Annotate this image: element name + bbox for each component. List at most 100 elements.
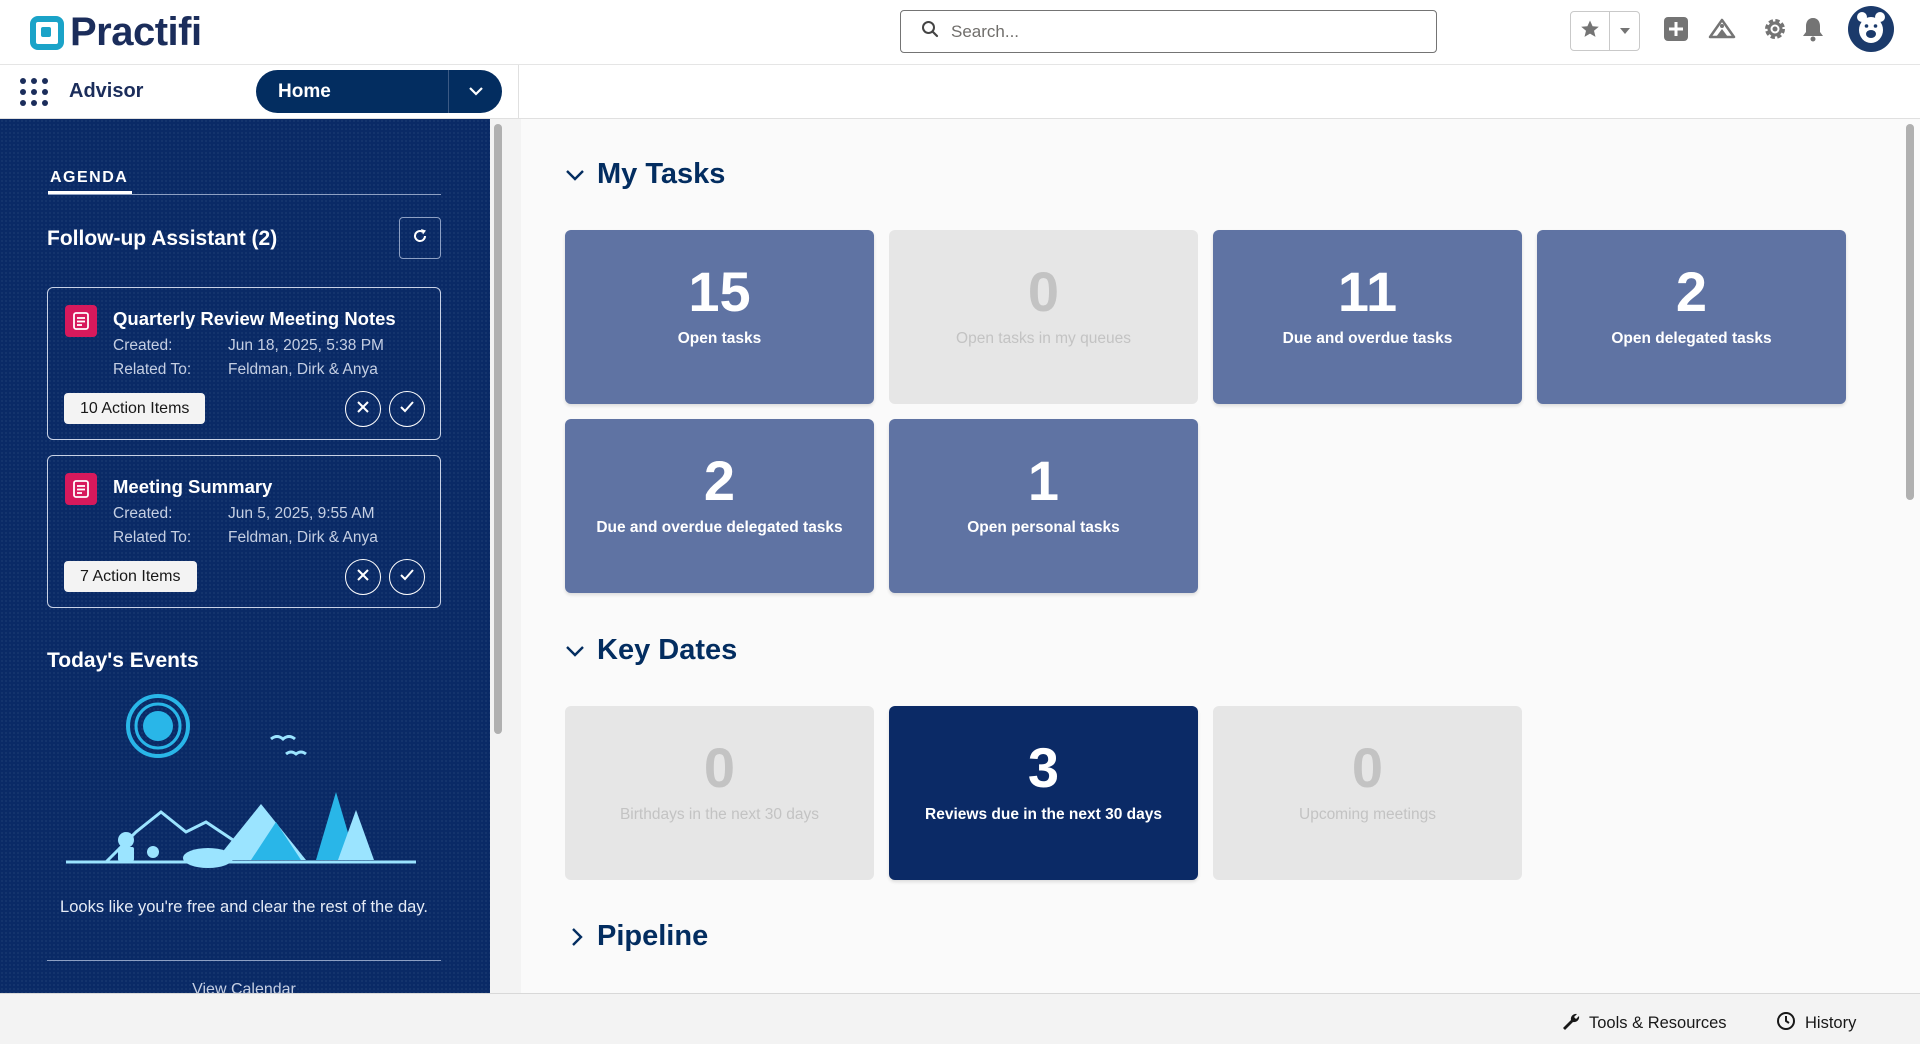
history-label: History	[1805, 1014, 1857, 1032]
dismiss-button[interactable]	[345, 559, 381, 595]
bell-icon	[1801, 16, 1825, 47]
date-tile-birthdays[interactable]: 0 Birthdays in the next 30 days	[565, 706, 874, 880]
practifi-logo[interactable]: Practifi	[30, 10, 202, 55]
created-value: Jun 5, 2025, 9:55 AM	[228, 505, 375, 522]
tile-label: Birthdays in the next 30 days	[619, 806, 820, 823]
trailhead-icon	[1708, 17, 1736, 46]
tile-value: 15	[688, 260, 751, 323]
empty-calendar-illustration	[66, 692, 416, 887]
home-main-content: My Tasks 15 Open tasks 0 Open tasks in m…	[521, 119, 1920, 993]
tile-label: Due and overdue tasks	[1282, 330, 1453, 347]
tile-value: 2	[1675, 260, 1708, 323]
logo-mark-icon	[30, 15, 64, 50]
app-name: Advisor	[69, 80, 144, 102]
clock-icon	[1776, 1011, 1796, 1036]
task-tile-due-overdue-delegated[interactable]: 2 Due and overdue delegated tasks	[565, 419, 874, 593]
todays-events-title: Today's Events	[47, 649, 199, 672]
created-label: Created:	[113, 505, 173, 522]
tile-value: 2	[703, 449, 736, 512]
agenda-sidebar: AGENDA Follow-up Assistant (2) Quarterly…	[0, 119, 490, 993]
trailhead-button[interactable]	[1707, 16, 1737, 46]
action-items-button[interactable]: 7 Action Items	[64, 561, 197, 592]
app-navigation-bar: Advisor Home	[0, 65, 1920, 119]
date-tile-reviews[interactable]: 3 Reviews due in the next 30 days	[889, 706, 1198, 880]
sidebar-scrollbar[interactable]	[494, 124, 502, 734]
chevron-down-icon	[468, 83, 484, 101]
followup-card[interactable]: Quarterly Review Meeting Notes Created: …	[47, 287, 441, 440]
tile-value: 11	[1337, 260, 1398, 323]
nav-divider	[518, 65, 519, 119]
related-value: Feldman, Dirk & Anya	[228, 361, 378, 378]
accept-button[interactable]	[389, 391, 425, 427]
action-items-button[interactable]: 10 Action Items	[64, 393, 206, 424]
pipeline-toggle[interactable]	[565, 927, 589, 951]
chevron-down-icon	[565, 168, 585, 186]
add-icon	[1663, 16, 1689, 47]
history-button[interactable]: History	[1776, 1011, 1856, 1036]
navigation-menu-toggle[interactable]	[448, 70, 502, 113]
empty-events-message: Looks like you're free and clear the res…	[60, 898, 428, 916]
tools-resources-label: Tools & Resources	[1589, 1014, 1727, 1032]
events-divider	[47, 960, 441, 961]
meeting-notes-icon	[65, 473, 97, 505]
tile-label: Upcoming meetings	[1299, 806, 1436, 823]
accept-button[interactable]	[389, 559, 425, 595]
key-dates-toggle[interactable]	[563, 641, 587, 665]
meeting-notes-icon	[65, 305, 97, 337]
view-calendar-link[interactable]: View Calendar	[47, 981, 441, 993]
key-dates-title: Key Dates	[597, 634, 738, 666]
tile-label: Open tasks in my queues	[956, 330, 1131, 347]
task-tile-personal[interactable]: 1 Open personal tasks	[889, 419, 1198, 593]
favorites-control	[1570, 11, 1640, 51]
card-title[interactable]: Meeting Summary	[113, 476, 272, 498]
tab-agenda[interactable]: AGENDA	[50, 169, 128, 187]
global-actions-button[interactable]	[1661, 16, 1691, 46]
task-tile-open-tasks[interactable]: 15 Open tasks	[565, 230, 874, 404]
related-label: Related To:	[113, 361, 192, 378]
chevron-right-icon	[571, 927, 583, 952]
chevron-down-icon	[565, 644, 585, 662]
task-tile-delegated[interactable]: 2 Open delegated tasks	[1537, 230, 1846, 404]
task-tile-queues[interactable]: 0 Open tasks in my queues	[889, 230, 1198, 404]
my-tasks-title: My Tasks	[597, 158, 726, 190]
navigation-menu[interactable]: Home	[256, 70, 502, 113]
followup-card[interactable]: Meeting Summary Created: Jun 5, 2025, 9:…	[47, 455, 441, 608]
favorites-menu-button[interactable]	[1609, 12, 1639, 50]
utility-bar: Tools & Resources History	[0, 993, 1920, 1044]
user-avatar[interactable]	[1848, 6, 1894, 52]
tools-resources-button[interactable]: Tools & Resources	[1560, 1011, 1727, 1036]
setup-button[interactable]	[1760, 16, 1790, 46]
tile-value: 1	[1027, 449, 1060, 512]
global-header: Practifi	[0, 0, 1920, 65]
dismiss-button[interactable]	[345, 391, 381, 427]
tile-value: 0	[703, 736, 736, 799]
app-launcher-icon[interactable]	[20, 78, 48, 106]
check-icon	[399, 400, 415, 419]
tab-divider	[48, 194, 441, 195]
close-icon	[356, 568, 370, 587]
refresh-icon	[411, 227, 429, 250]
tile-value: 0	[1027, 260, 1060, 323]
star-icon	[1580, 19, 1600, 44]
caret-down-icon	[1619, 22, 1631, 40]
main-scrollbar[interactable]	[1906, 124, 1914, 500]
refresh-button[interactable]	[399, 217, 441, 259]
notifications-button[interactable]	[1798, 16, 1828, 46]
tile-value: 3	[1027, 736, 1060, 799]
tile-label: Due and overdue delegated tasks	[596, 519, 843, 536]
search-input[interactable]	[951, 21, 1411, 42]
related-value: Feldman, Dirk & Anya	[228, 529, 378, 546]
tile-label: Open tasks	[677, 330, 762, 347]
my-tasks-toggle[interactable]	[563, 165, 587, 189]
global-search[interactable]	[900, 10, 1437, 53]
wrench-icon	[1560, 1011, 1580, 1036]
favorites-button[interactable]	[1571, 12, 1609, 50]
bear-avatar-icon	[1851, 7, 1891, 52]
gear-icon	[1762, 16, 1788, 47]
card-title[interactable]: Quarterly Review Meeting Notes	[113, 308, 396, 330]
date-tile-meetings[interactable]: 0 Upcoming meetings	[1213, 706, 1522, 880]
related-label: Related To:	[113, 529, 192, 546]
pipeline-title: Pipeline	[597, 920, 709, 952]
task-tile-due-overdue[interactable]: 11 Due and overdue tasks	[1213, 230, 1522, 404]
check-icon	[399, 568, 415, 587]
